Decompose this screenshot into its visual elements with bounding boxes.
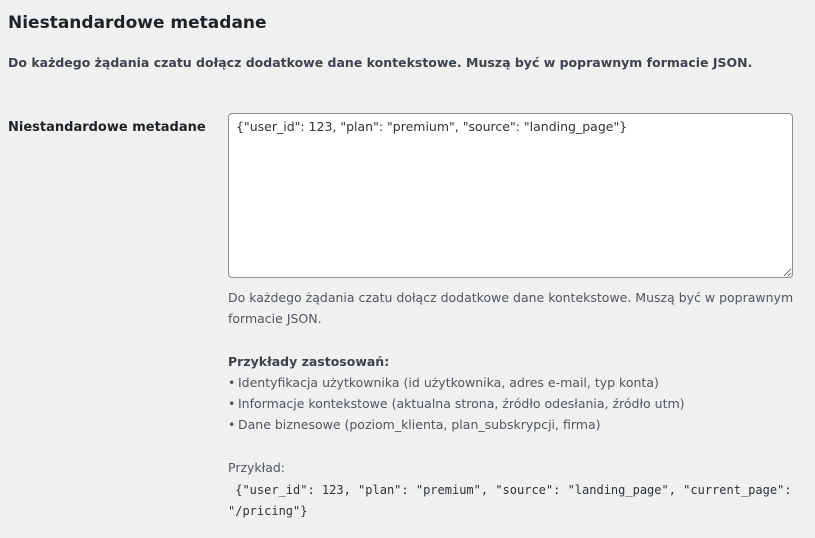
bullet-icon: •: [228, 417, 236, 432]
example-label: Przykład:: [228, 460, 286, 475]
field-help: Do każdego żądania czatu dołącz dodatkow…: [228, 287, 803, 522]
list-item: • Dane biznesowe (poziom_klienta, plan_su…: [228, 414, 803, 435]
examples-heading: Przykłady zastosowań:: [228, 354, 390, 369]
example-code: {"user_id": 123, "plan": "premium", "sou…: [228, 483, 799, 518]
section-title: Niestandardowe metadane: [8, 13, 267, 33]
custom-metadata-label: Niestandardowe metadane: [8, 120, 206, 135]
list-item: • Informacje kontekstowe (aktualna strona…: [228, 393, 803, 414]
bullet-icon: •: [228, 375, 236, 390]
list-item: • Identyfikacja użytkownika (id użytkowni…: [228, 372, 803, 393]
section-description: Do każdego żądania czatu dołącz dodatkow…: [8, 55, 753, 70]
help-description: Do każdego żądania czatu dołącz dodatkow…: [228, 290, 794, 326]
custom-metadata-textarea[interactable]: [228, 113, 793, 278]
bullet-icon: •: [228, 396, 236, 411]
examples-list: • Identyfikacja użytkownika (id użytkowni…: [228, 372, 803, 435]
